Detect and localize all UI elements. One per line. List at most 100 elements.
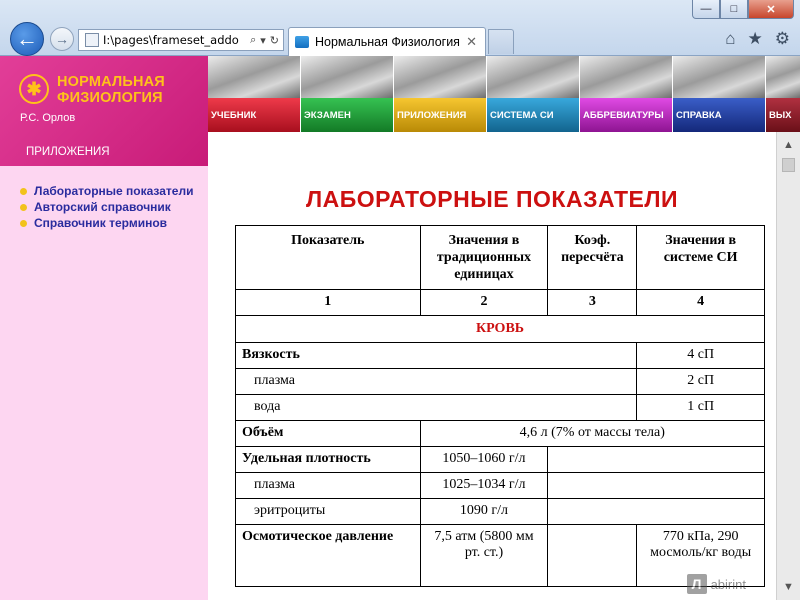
- section-row: КРОВЬ: [235, 315, 765, 343]
- banner-item-help[interactable]: СПРАВКА: [673, 56, 766, 132]
- sidebar-item-author-ref[interactable]: Авторский справочник: [20, 200, 193, 214]
- si-value: 1 сП: [636, 394, 765, 421]
- new-tab-button[interactable]: [488, 29, 514, 54]
- table-row: вода 1 сП: [234, 394, 765, 421]
- row-label: эритроциты: [235, 498, 421, 525]
- banner-item-exam[interactable]: ЭКЗАМЕН: [301, 56, 394, 132]
- banner-label: СПРАВКА: [676, 110, 722, 121]
- address-bar[interactable]: I:\pages\frameset_addo ⌕ ▾ ↻: [78, 29, 284, 51]
- window-controls: — □ ✕: [692, 0, 794, 19]
- banner-item-appendix[interactable]: ПРИЛОЖЕНИЯ: [394, 56, 487, 132]
- tab-title: Нормальная Физиология: [315, 35, 460, 49]
- logo-title: НОРМАЛЬНАЯ ФИЗИОЛОГИЯ: [57, 74, 165, 106]
- sidebar-link[interactable]: Авторский справочник: [34, 200, 171, 214]
- browser-tools: ⌂ ★ ⚙: [725, 29, 790, 49]
- banner-item-abbreviations[interactable]: АББРЕВИАТУРЫ: [580, 56, 673, 132]
- watermark: Л abirint: [686, 574, 746, 594]
- merged-value: 4,6 л (7% от массы тела): [419, 420, 766, 447]
- ie-favicon-icon: [295, 36, 309, 48]
- star-icon[interactable]: ★: [748, 29, 763, 49]
- page-icon: [85, 33, 99, 47]
- column-number: 4: [636, 289, 765, 316]
- column-header: Значения в системе СИ: [636, 225, 765, 290]
- column-number: 2: [419, 289, 549, 316]
- scroll-up-icon[interactable]: ▲: [777, 136, 800, 154]
- banner-label: АББРЕВИАТУРЫ: [583, 110, 664, 121]
- author-name: Р.С. Орлов: [20, 112, 76, 124]
- scroll-down-icon[interactable]: ▼: [777, 578, 800, 596]
- banner-item-si-system[interactable]: СИСТЕМА СИ: [487, 56, 580, 132]
- empty-cell: [547, 446, 765, 473]
- sidebar-header: ✱ НОРМАЛЬНАЯ ФИЗИОЛОГИЯ Р.С. Орлов ПРИЛО…: [0, 56, 208, 166]
- table-row: Удельная плотность 1050–1060 г/л: [235, 446, 765, 473]
- banner-photo: [208, 56, 300, 98]
- minimize-button[interactable]: —: [692, 0, 720, 19]
- trad-value: 7,5 атм (5800 мм рт. ст.): [419, 524, 549, 587]
- sidebar-link[interactable]: Лабораторные показатели: [34, 184, 193, 198]
- vertical-scrollbar[interactable]: ▲ ▼: [776, 132, 800, 600]
- row-label: Объём: [235, 420, 421, 447]
- empty-cell: [547, 472, 765, 499]
- address-text[interactable]: I:\pages\frameset_addo: [103, 33, 250, 47]
- banner-label: ВЫХ: [769, 110, 792, 121]
- sidebar-item-lab[interactable]: Лабораторные показатели: [20, 184, 193, 198]
- bullet-icon: [20, 219, 27, 227]
- watermark-logo: Л: [686, 574, 707, 594]
- sidebar-links: Лабораторные показатели Авторский справо…: [20, 184, 193, 232]
- close-window-button[interactable]: ✕: [748, 0, 794, 19]
- trad-value: 1090 г/л: [419, 498, 549, 525]
- logo-line1: НОРМАЛЬНАЯ: [57, 74, 165, 90]
- row-label: Осмотическое давление: [235, 524, 421, 587]
- forward-button[interactable]: →: [50, 27, 74, 51]
- maximize-button[interactable]: □: [720, 0, 748, 19]
- home-icon[interactable]: ⌂: [725, 29, 735, 49]
- left-frame: ✱ НОРМАЛЬНАЯ ФИЗИОЛОГИЯ Р.С. Орлов ПРИЛО…: [0, 56, 208, 600]
- row-label: Удельная плотность: [235, 446, 421, 473]
- banner-photo: [766, 56, 800, 98]
- bullet-icon: [20, 203, 27, 211]
- sidebar-link[interactable]: Справочник терминов: [34, 216, 167, 230]
- section-label: ПРИЛОЖЕНИЯ: [26, 146, 110, 158]
- banner-label: СИСТЕМА СИ: [490, 110, 554, 121]
- page-title: ЛАБОРАТОРНЫЕ ПОКАЗАТЕЛИ: [305, 186, 679, 212]
- gear-icon[interactable]: ⚙: [775, 29, 790, 49]
- lab-table: Показатель Значения в традиционных едини…: [234, 225, 766, 587]
- row-label: Вязкость: [234, 342, 638, 369]
- table-row: Осмотическое давление 7,5 атм (5800 мм р…: [235, 524, 765, 587]
- close-icon[interactable]: ✕: [466, 34, 477, 50]
- column-header: Значения в традиционных единицах: [419, 225, 549, 290]
- banner-photo: [301, 56, 393, 98]
- chevron-down-icon[interactable]: ▾: [260, 34, 266, 47]
- banner-item-textbook[interactable]: УЧЕБНИК: [208, 56, 301, 132]
- column-number-row: 1 2 3 4: [235, 289, 765, 316]
- banner-item-exit[interactable]: ВЫХ: [766, 56, 800, 132]
- column-header: Показатель: [235, 225, 421, 290]
- banner-photo: [487, 56, 579, 98]
- back-button[interactable]: ←: [10, 22, 44, 56]
- trad-value: 1050–1060 г/л: [419, 446, 549, 473]
- si-value: 4 сП: [636, 342, 765, 369]
- row-label: вода: [234, 394, 638, 421]
- browser-chrome: — □ ✕ ← → I:\pages\frameset_addo ⌕ ▾ ↻ Н…: [0, 0, 800, 56]
- tab-active[interactable]: Нормальная Физиология ✕: [288, 27, 486, 56]
- search-icon[interactable]: ⌕: [250, 34, 256, 47]
- table-row: эритроциты 1090 г/л: [235, 498, 765, 525]
- main-content: ЛАБОРАТОРНЫЕ ПОКАЗАТЕЛИ Показатель Значе…: [208, 132, 776, 600]
- top-banner: УЧЕБНИК ЭКЗАМЕН ПРИЛОЖЕНИЯ СИСТЕМА СИ АБ…: [208, 56, 800, 132]
- logo-line2: ФИЗИОЛОГИЯ: [57, 90, 163, 106]
- refresh-icon[interactable]: ↻: [270, 34, 279, 47]
- row-label: плазма: [235, 472, 421, 499]
- table-header-row: Показатель Значения в традиционных едини…: [235, 225, 765, 290]
- banner-photo: [394, 56, 486, 98]
- logo-icon: ✱: [19, 74, 49, 104]
- empty-cell: [547, 498, 765, 525]
- bullet-icon: [20, 187, 27, 195]
- page-viewport: ✱ НОРМАЛЬНАЯ ФИЗИОЛОГИЯ Р.С. Орлов ПРИЛО…: [0, 56, 800, 600]
- table-row: плазма 1025–1034 г/л: [235, 472, 765, 499]
- si-value: 2 сП: [636, 368, 765, 395]
- empty-cell: [547, 524, 638, 587]
- sidebar-item-terms[interactable]: Справочник терминов: [20, 216, 193, 230]
- scroll-thumb[interactable]: [782, 158, 795, 172]
- trad-value: 1025–1034 г/л: [419, 472, 549, 499]
- watermark-text: abirint: [710, 576, 746, 592]
